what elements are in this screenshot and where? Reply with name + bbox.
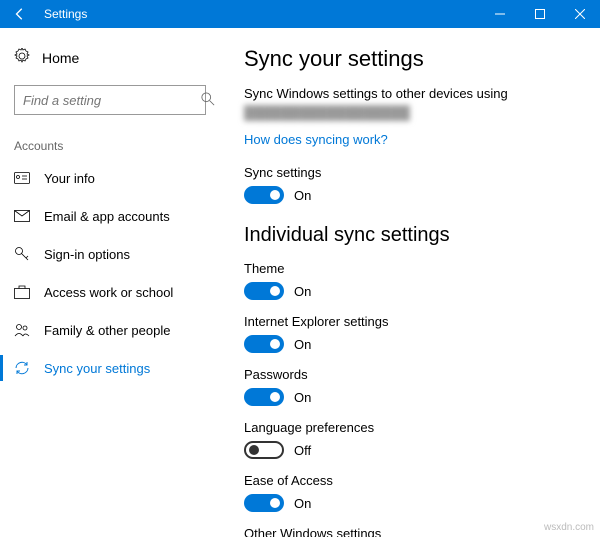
ie-settings-state: On <box>294 337 311 352</box>
search-input[interactable] <box>23 93 201 108</box>
language-pref-state: Off <box>294 443 311 458</box>
sync-icon <box>14 360 30 376</box>
other-windows-label: Other Windows settings <box>244 526 576 537</box>
briefcase-icon <box>14 284 30 300</box>
close-button[interactable] <box>560 0 600 28</box>
sidebar-item-sync-settings[interactable]: Sync your settings <box>0 349 220 387</box>
people-icon <box>14 322 30 338</box>
sidebar-item-access-work-school[interactable]: Access work or school <box>0 273 220 311</box>
search-icon <box>201 92 215 109</box>
sync-help-link[interactable]: How does syncing work? <box>244 132 388 147</box>
theme-state: On <box>294 284 311 299</box>
theme-label: Theme <box>244 261 576 276</box>
id-card-icon <box>14 170 30 186</box>
key-icon <box>14 246 30 262</box>
individual-heading: Individual sync settings <box>244 224 576 247</box>
minimize-button[interactable] <box>480 0 520 28</box>
account-email-blurred: ██████████████████ <box>244 105 410 120</box>
sidebar-home[interactable]: Home <box>0 40 220 75</box>
close-icon <box>575 9 585 19</box>
titlebar: Settings <box>0 0 600 28</box>
sidebar-item-label: Family & other people <box>44 323 170 338</box>
ease-access-label: Ease of Access <box>244 473 576 488</box>
sidebar-item-label: Email & app accounts <box>44 209 170 224</box>
sync-settings-toggle[interactable] <box>244 186 284 204</box>
sidebar-item-email-accounts[interactable]: Email & app accounts <box>0 197 220 235</box>
sidebar-item-label: Access work or school <box>44 285 173 300</box>
language-pref-label: Language preferences <box>244 420 576 435</box>
maximize-button[interactable] <box>520 0 560 28</box>
mail-icon <box>14 208 30 224</box>
sync-settings-label: Sync settings <box>244 165 576 180</box>
language-pref-toggle[interactable] <box>244 441 284 459</box>
theme-toggle[interactable] <box>244 282 284 300</box>
sync-settings-state: On <box>294 188 311 203</box>
watermark: wsxdn.com <box>544 522 594 533</box>
back-button[interactable] <box>0 0 40 28</box>
passwords-label: Passwords <box>244 367 576 382</box>
sidebar-item-family-people[interactable]: Family & other people <box>0 311 220 349</box>
minimize-icon <box>495 9 505 19</box>
arrow-left-icon <box>13 7 27 21</box>
passwords-state: On <box>294 390 311 405</box>
ie-settings-toggle[interactable] <box>244 335 284 353</box>
sync-description: Sync Windows settings to other devices u… <box>244 86 576 101</box>
sidebar-home-label: Home <box>42 50 79 66</box>
ease-access-state: On <box>294 496 311 511</box>
sidebar-item-label: Sync your settings <box>44 361 150 376</box>
search-box[interactable] <box>14 85 206 115</box>
passwords-toggle[interactable] <box>244 388 284 406</box>
sidebar-section-label: Accounts <box>0 125 220 159</box>
maximize-icon <box>535 9 545 19</box>
ease-access-toggle[interactable] <box>244 494 284 512</box>
sidebar-item-label: Sign-in options <box>44 247 130 262</box>
window-controls <box>480 0 600 28</box>
sidebar: Home Accounts Your info Email & app acco… <box>0 28 220 537</box>
sidebar-item-signin-options[interactable]: Sign-in options <box>0 235 220 273</box>
main-panel: Sync your settings Sync Windows settings… <box>220 28 600 537</box>
window-title: Settings <box>44 7 87 21</box>
sidebar-item-label: Your info <box>44 171 95 186</box>
sidebar-item-your-info[interactable]: Your info <box>0 159 220 197</box>
gear-icon <box>14 48 30 67</box>
ie-settings-label: Internet Explorer settings <box>244 314 576 329</box>
page-title: Sync your settings <box>244 46 576 72</box>
